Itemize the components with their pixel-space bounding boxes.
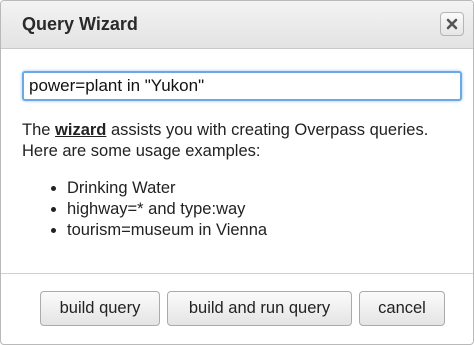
close-icon [446, 18, 458, 30]
list-item: Drinking Water [67, 178, 461, 199]
wizard-description: The wizard assists you with creating Ove… [22, 120, 461, 162]
list-item: highway=* and type:way [67, 199, 461, 220]
dialog-title: Query Wizard [22, 14, 138, 34]
examples-list: Drinking Water highway=* and type:way to… [22, 178, 461, 241]
dialog-titlebar: Query Wizard [1, 1, 473, 49]
close-button[interactable] [440, 12, 464, 36]
dialog-content: The wizard assists you with creating Ove… [22, 71, 462, 241]
list-item: tourism=museum in Vienna [67, 220, 461, 241]
wizard-link[interactable]: wizard [55, 121, 106, 139]
footer-divider [1, 273, 473, 274]
build-query-button[interactable]: build query [40, 291, 160, 326]
query-input[interactable] [22, 71, 462, 101]
description-prefix: The [22, 121, 56, 139]
query-wizard-dialog: Query Wizard The wizard assists you with… [0, 0, 474, 345]
build-and-run-query-button[interactable]: build and run query [167, 291, 352, 326]
cancel-button[interactable]: cancel [359, 291, 445, 326]
